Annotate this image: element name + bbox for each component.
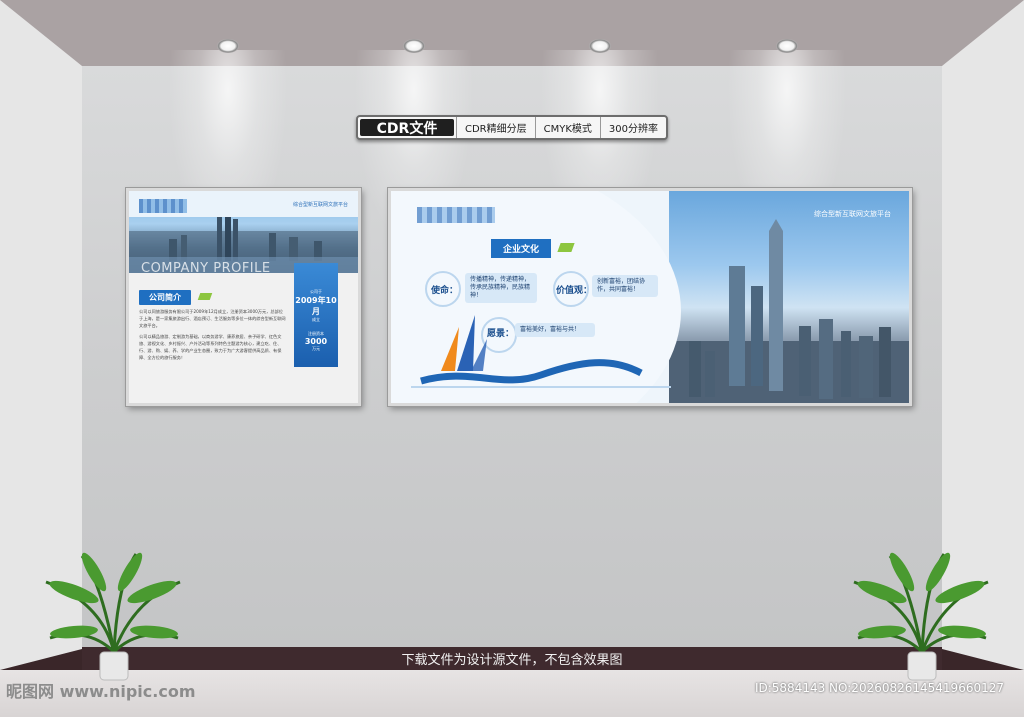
format-label: CDR文件	[360, 119, 454, 137]
spotlight-icon	[776, 39, 798, 53]
intro-text: 公司以同旅游服务有限公司于2009年12月成立，注册资本3000万元，总部位于上…	[139, 308, 287, 361]
image-id: ID:5884143 NO:20260826145419660127	[754, 681, 1004, 695]
values-text: 创新富裕，团结协作，共同富裕！	[592, 275, 658, 297]
badge-item-cmyk: CMYK模式	[534, 117, 600, 138]
company-profile-board: 综合型新互联网文旅平台 COMPANY PROFILE 公司简介 公司以同旅游服…	[126, 188, 361, 406]
values-label: 价值观：	[556, 286, 593, 296]
stat-founded-sub: 成立	[312, 317, 320, 322]
skyscraper-photo	[669, 191, 909, 403]
badge-item-resolution: 300分辨率	[599, 117, 666, 138]
company-logo	[139, 199, 187, 213]
section-title: 公司简介	[139, 290, 191, 305]
file-info-badge: CDR文件 CDR精细分层 CMYK模式 300分辨率	[356, 115, 668, 140]
stat-founded-value: 2009年10月	[295, 296, 337, 316]
stat-capital-sub: 万元	[312, 346, 320, 351]
mission-label: 使命：	[431, 286, 459, 296]
stat-capital-value: 3000	[304, 337, 328, 346]
spotlight-icon	[589, 39, 611, 53]
tagline: 综合型新互联网文旅平台	[292, 202, 348, 208]
paragraph-1: 公司以同旅游服务有限公司于2009年12月成立，注册资本3000万元，总部位于上…	[139, 309, 286, 328]
company-logo	[417, 207, 495, 223]
stats-panel: 公司于 2009年10月 成立 注册资本 3000 万元	[294, 263, 338, 367]
spotlight-icon	[403, 39, 425, 53]
ceiling-edge	[0, 0, 1024, 66]
sailboat-wave-icon	[411, 315, 671, 388]
title-accent	[197, 293, 213, 300]
paragraph-2: 公司以精品旅游、定制游为基础，以商务游学、康养旅居、亲子研学、红色文旅、游视文化…	[139, 334, 282, 360]
badge-item-layers: CDR精细分层	[456, 117, 535, 138]
tagline: 综合型新互联网文旅平台	[814, 210, 891, 218]
spotlight-icon	[217, 39, 239, 53]
section-title: 企业文化	[491, 239, 552, 258]
mission-text: 传播精神，传递精神，传承民族精神，民族精神！	[465, 273, 537, 303]
corporate-culture-board: 综合型新互联网文旅平台 企业文化 使命： 传播精神，传递精神，传承民族精神，民族…	[388, 188, 912, 406]
download-notice: 下载文件为设计源文件，不包含效果图	[401, 653, 623, 668]
profile-watermark: COMPANY PROFILE	[141, 261, 271, 276]
site-watermark: 昵图网 www.nipic.com	[6, 682, 196, 701]
